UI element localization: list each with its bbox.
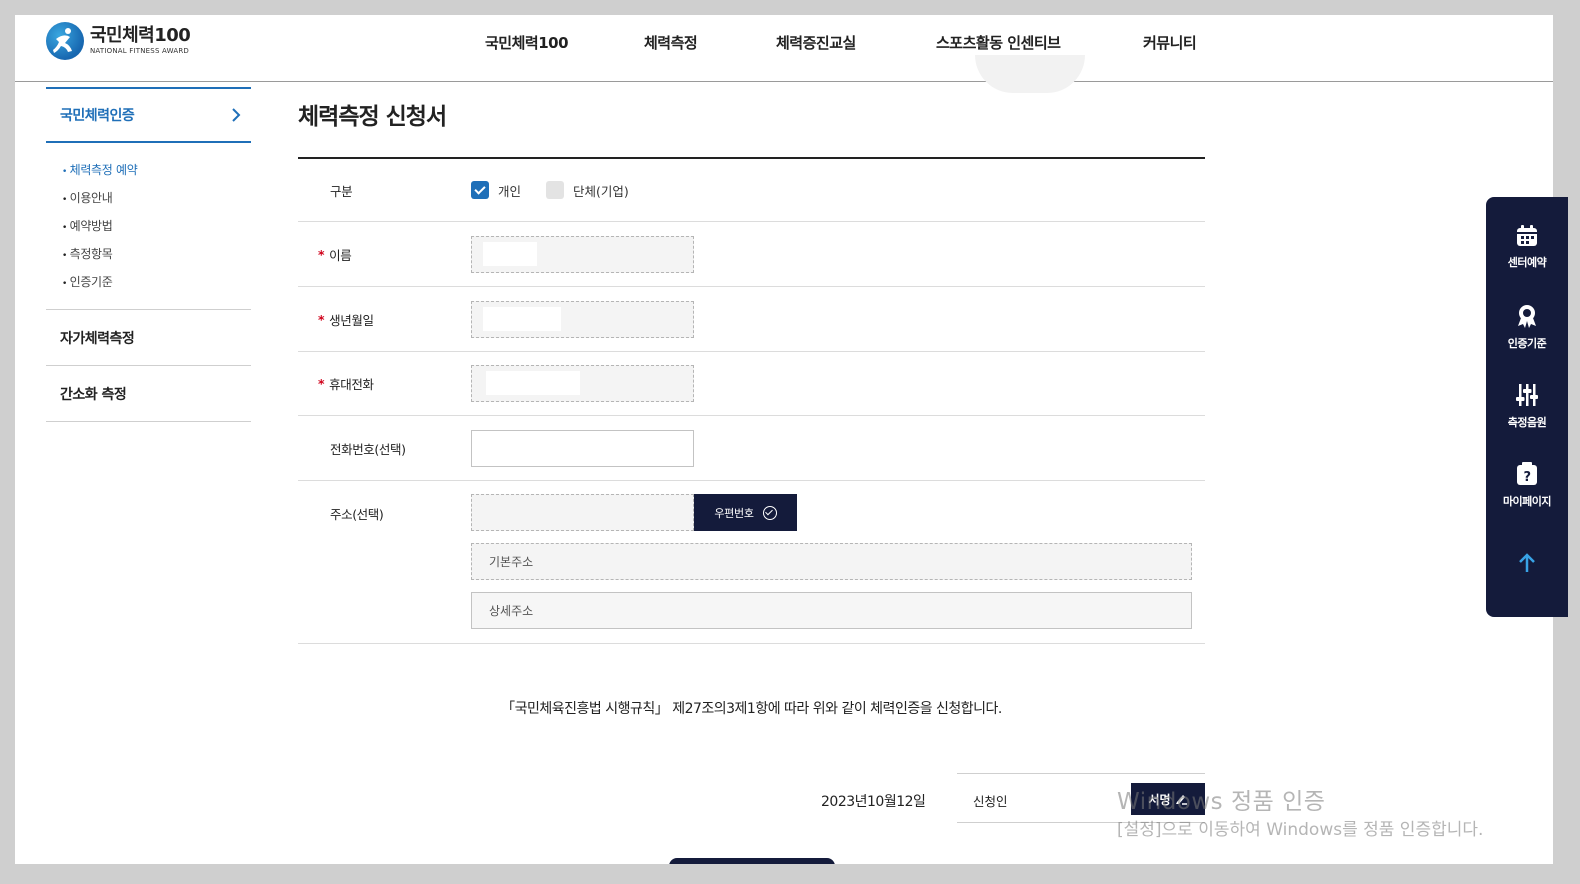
sidebar-item-certification[interactable]: 국민체력인증 [46, 87, 251, 143]
name-label: 이름 [329, 247, 352, 263]
arrow-up-icon [1519, 553, 1535, 572]
mobile-field[interactable] [471, 365, 694, 402]
form-row-type: 구분 개인 단체(기업) [298, 159, 1205, 222]
site-header: 국민체력100 NATIONAL FITNESS AWARD 국민체력100 체… [15, 15, 1553, 93]
page-title: 체력측정 신청서 [298, 104, 447, 130]
svg-text:?: ? [1523, 470, 1530, 485]
sidebar-item-label: 국민체력인증 [60, 108, 135, 124]
quick-mypage[interactable]: ? 마이페이지 [1486, 462, 1568, 509]
type-group-label: 단체(기업) [573, 183, 629, 199]
address-detail-field[interactable]: 상세주소 [471, 592, 1192, 629]
sidebar-sub-reservation[interactable]: 체력측정 예약 [62, 157, 251, 185]
check-circle-icon [762, 505, 777, 520]
windows-activation-text: [설정]으로 이동하여 Windows를 정품 인증합니다. [1117, 820, 1484, 840]
address-label: 주소(선택) [330, 507, 384, 522]
nav-item-incentive[interactable]: 스포츠활동 인센티브 [936, 32, 1061, 53]
nav-item-measurement[interactable]: 체력측정 [644, 32, 698, 53]
next-button[interactable]: 다음 → [669, 858, 835, 864]
quick-label: 센터예약 [1507, 256, 1547, 269]
quick-label: 인증기준 [1507, 337, 1547, 350]
nav-item-fitness100[interactable]: 국민체력100 [485, 32, 569, 53]
phone-field[interactable] [471, 429, 694, 467]
quick-certification-criteria[interactable]: 인증기준 [1486, 304, 1568, 351]
sidebar-sub-items[interactable]: 측정항목 [62, 241, 251, 269]
form-row-birth: * 생년월일 [298, 287, 1205, 352]
logo-subtitle: NATIONAL FITNESS AWARD [90, 47, 190, 55]
nav-item-community[interactable]: 커뮤니티 [1143, 32, 1197, 53]
decorative-arc [975, 55, 1085, 93]
quick-audio[interactable]: 측정음원 [1486, 383, 1568, 430]
quick-center-reservation[interactable]: 센터예약 [1486, 225, 1568, 270]
zipcode-button[interactable]: 우편번호 [694, 494, 797, 531]
required-mark: * [318, 311, 325, 327]
sidebar-item-simple-measure[interactable]: 간소화 측정 [46, 366, 251, 422]
phone-label: 전화번호(선택) [330, 441, 406, 457]
nav-item-fitness-class[interactable]: 체력증진교실 [776, 32, 856, 53]
application-form: 체력측정 신청서 구분 개인 단체(기업) * 이름 * 생년월일 * 휴대전화… [298, 97, 1205, 864]
page: 국민체력100 NATIONAL FITNESS AWARD 국민체력100 체… [15, 15, 1553, 864]
applicant-label: 신청인 [973, 794, 1008, 809]
form-table: 구분 개인 단체(기업) * 이름 * 생년월일 * 휴대전화 전화번호(선택)… [298, 157, 1205, 644]
calendar-icon [1517, 225, 1537, 246]
mobile-label: 휴대전화 [329, 377, 374, 392]
birth-label: 생년월일 [329, 312, 374, 328]
sidebar-sub-list: 체력측정 예약 이용안내 예약방법 측정항목 인증기준 [46, 143, 251, 310]
birthdate-field[interactable] [471, 300, 694, 338]
clipboard-question-icon: ? [1517, 462, 1537, 485]
form-row-address: 주소(선택) 우편번호 기본주소 상세주소 [298, 481, 1205, 644]
type-label: 구분 [330, 183, 353, 199]
type-individual-checkbox[interactable]: 개인 [471, 181, 521, 200]
sidebar-sub-guide[interactable]: 이용안내 [62, 185, 251, 213]
name-field[interactable] [471, 235, 694, 273]
site-logo[interactable]: 국민체력100 NATIONAL FITNESS AWARD [46, 21, 191, 61]
application-notice: 「국민체육진흥법 시행규칙」 제27조의3제1항에 따라 위와 같이 체력인증을… [501, 701, 1002, 717]
award-badge-icon [1518, 305, 1536, 328]
scroll-top-button[interactable] [1486, 553, 1568, 579]
form-row-phone: 전화번호(선택) [298, 416, 1205, 481]
runner-logo-icon [46, 22, 84, 60]
checkbox-checked-icon [471, 181, 489, 199]
required-mark: * [318, 246, 325, 262]
chevron-right-icon [232, 108, 241, 122]
address-field[interactable]: 기본주소 [471, 543, 1192, 580]
sidebar-item-self-measure[interactable]: 자가체력측정 [46, 310, 251, 366]
checkbox-unchecked-icon [546, 181, 565, 199]
form-row-mobile: * 휴대전화 [298, 352, 1205, 416]
required-mark: * [318, 376, 325, 391]
form-row-name: * 이름 [298, 222, 1205, 287]
sliders-icon [1516, 384, 1538, 406]
logo-title: 국민체력100 [90, 25, 191, 46]
zipcode-field[interactable] [471, 494, 694, 531]
application-date: 2023년10월12일 [821, 794, 926, 810]
sidebar-sub-criteria[interactable]: 인증기준 [62, 269, 251, 297]
type-group-checkbox[interactable]: 단체(기업) [546, 181, 629, 200]
windows-activation-title: Windows 정품 인증 [1117, 789, 1326, 815]
quick-label: 마이페이지 [1502, 495, 1552, 508]
type-individual-label: 개인 [498, 183, 522, 199]
quick-menu: 센터예약 인증기준 측정음원 ? 마이페이지 [1486, 197, 1568, 617]
sidebar-sub-method[interactable]: 예약방법 [62, 213, 251, 241]
sidebar: 국민체력인증 체력측정 예약 이용안내 예약방법 측정항목 인증기준 자가체력측… [46, 87, 251, 422]
zipcode-button-label: 우편번호 [714, 506, 754, 520]
quick-label: 측정음원 [1507, 416, 1547, 429]
